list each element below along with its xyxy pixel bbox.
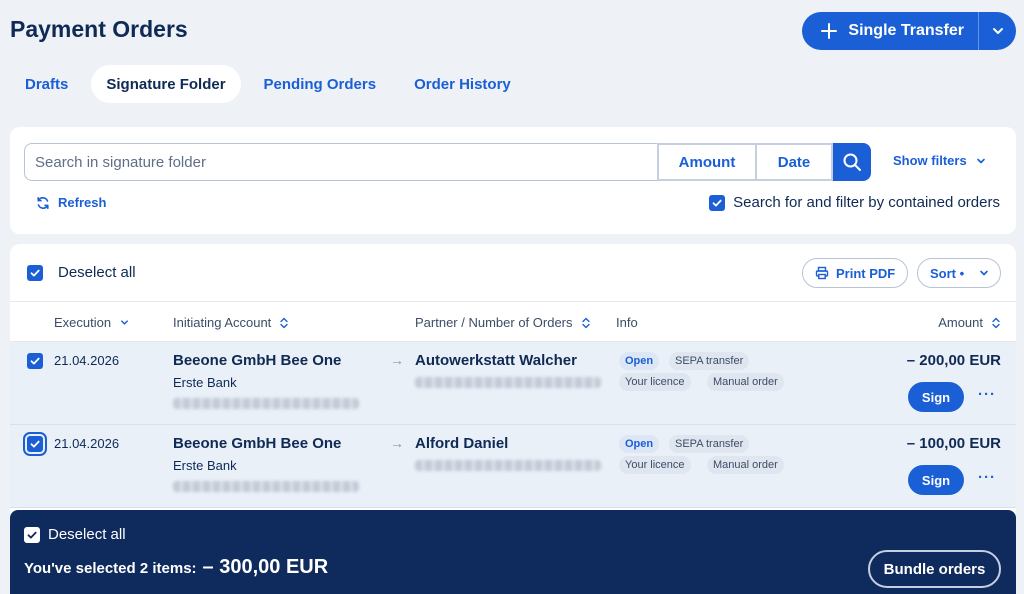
check-icon (30, 269, 40, 276)
search-button[interactable] (833, 143, 871, 181)
single-transfer-button[interactable]: Single Transfer (802, 12, 978, 50)
initiating-account-name: Beeone GmbH Bee One (173, 435, 342, 452)
status-badge: Open (619, 352, 660, 370)
selection-summary: You've selected 2 items: – 300,00 EUR (24, 556, 328, 579)
search-input[interactable] (24, 143, 657, 181)
order-amount: – 200,00 EUR (906, 352, 1001, 369)
arrow-right-icon: → (390, 352, 404, 368)
amount-filter-button[interactable]: Amount (657, 143, 757, 181)
sign-button[interactable]: Sign (908, 465, 964, 495)
order-kind-badge: Manual order (707, 456, 784, 474)
print-pdf-label: Print PDF (836, 265, 896, 281)
column-amount-label: Amount (938, 315, 983, 330)
tab-bar: Drafts Signature Folder Pending Orders O… (10, 65, 534, 103)
check-icon (30, 357, 40, 365)
footer-deselect-all-label: Deselect all (48, 526, 126, 543)
blurred-iban (173, 481, 359, 492)
single-transfer-group: Single Transfer (802, 12, 1016, 50)
search-row: Amount Date (24, 143, 871, 181)
refresh-button[interactable]: Refresh (36, 195, 106, 210)
check-icon (712, 199, 722, 206)
print-pdf-button[interactable]: Print PDF (802, 258, 909, 288)
more-options-icon[interactable]: ··· (978, 469, 996, 486)
sort-icon (280, 317, 288, 328)
column-account-label: Initiating Account (173, 315, 272, 330)
initiating-account-name: Beeone GmbH Bee One (173, 352, 342, 369)
chevron-down-icon (121, 320, 129, 325)
tab-drafts[interactable]: Drafts (10, 65, 83, 103)
deselect-all-label: Deselect all (58, 264, 136, 281)
type-badge: SEPA transfer (669, 435, 750, 453)
check-icon (30, 440, 40, 448)
deselect-all-checkbox[interactable] (27, 264, 43, 281)
sort-icon (992, 317, 1000, 328)
row-checkbox[interactable] (23, 432, 47, 456)
column-info: Info (616, 315, 638, 330)
footer-deselect-all-checkbox[interactable] (24, 526, 40, 543)
partner-name: Autowerkstatt Walcher (415, 352, 577, 369)
sort-icon (581, 317, 590, 328)
chevron-down-icon (992, 28, 1003, 34)
show-filters-label: Show filters (893, 153, 967, 168)
table-row[interactable]: 21.04.2026 Beeone GmbH Bee One Erste Ban… (10, 425, 1016, 508)
blurred-iban (173, 398, 359, 409)
sort-button[interactable]: Sort • (917, 258, 1001, 288)
transfer-options-button[interactable] (978, 12, 1016, 50)
column-execution-label: Execution (54, 315, 112, 330)
check-icon (27, 531, 37, 538)
footer-deselect-all-option: Deselect all (24, 526, 126, 543)
table-row[interactable]: 21.04.2026 Beeone GmbH Bee One Erste Ban… (10, 342, 1016, 425)
refresh-label: Refresh (58, 195, 107, 210)
partner-name: Alford Daniel (415, 435, 509, 452)
column-amount[interactable]: Amount (938, 315, 1001, 330)
bundle-orders-button[interactable]: Bundle orders (868, 550, 1001, 588)
sign-button[interactable]: Sign (908, 382, 964, 412)
more-options-icon[interactable]: ··· (978, 386, 996, 403)
column-header-row: Execution Initiating Account Partner / N… (10, 302, 1016, 342)
order-amount: – 100,00 EUR (906, 435, 1001, 452)
column-info-label: Info (616, 315, 638, 330)
blurred-partner-iban (415, 377, 601, 388)
page-title: Payment Orders (10, 16, 188, 42)
search-panel: Amount Date Show filters Refresh Search … (10, 127, 1016, 234)
printer-icon (815, 266, 829, 280)
order-kind-badge: Manual order (707, 373, 784, 391)
blurred-partner-iban (415, 460, 601, 471)
selection-count-label: You've selected 2 items: (24, 560, 197, 577)
tab-signature-folder[interactable]: Signature Folder (91, 65, 241, 103)
bank-name: Erste Bank (173, 458, 237, 473)
single-transfer-label: Single Transfer (848, 22, 964, 39)
plus-icon (821, 23, 838, 39)
contained-orders-label: Search for and filter by contained order… (733, 194, 1000, 211)
execution-date: 21.04.2026 (54, 353, 120, 368)
deselect-all-option: Deselect all (27, 264, 136, 281)
search-icon (843, 153, 861, 171)
tab-order-history[interactable]: Order History (399, 65, 526, 103)
contained-orders-option: Search for and filter by contained order… (709, 194, 1000, 211)
column-execution[interactable]: Execution (54, 315, 130, 330)
licence-badge: Your licence (619, 373, 691, 391)
status-badge: Open (619, 435, 660, 453)
sort-label: Sort • (930, 265, 965, 281)
selection-footer: Deselect all You've selected 2 items: – … (10, 510, 1016, 594)
date-filter-button[interactable]: Date (757, 143, 833, 181)
execution-date: 21.04.2026 (54, 436, 120, 451)
row-checkbox[interactable] (27, 353, 43, 369)
selection-total-amount: – 300,00 EUR (202, 556, 329, 578)
arrow-right-icon: → (390, 435, 404, 451)
bank-name: Erste Bank (173, 375, 237, 390)
type-badge: SEPA transfer (669, 352, 750, 370)
tab-pending-orders[interactable]: Pending Orders (249, 65, 392, 103)
chevron-down-icon (976, 158, 985, 163)
show-filters-button[interactable]: Show filters (893, 153, 987, 168)
column-partner[interactable]: Partner / Number of Orders (415, 315, 591, 330)
refresh-icon (37, 196, 49, 209)
column-initiating-account[interactable]: Initiating Account (173, 315, 289, 330)
licence-badge: Your licence (619, 456, 691, 474)
column-partner-label: Partner / Number of Orders (415, 315, 573, 330)
chevron-down-icon (980, 270, 988, 276)
contained-orders-checkbox[interactable] (709, 194, 726, 211)
list-toolbar: Deselect all Print PDF Sort • (10, 244, 1016, 302)
